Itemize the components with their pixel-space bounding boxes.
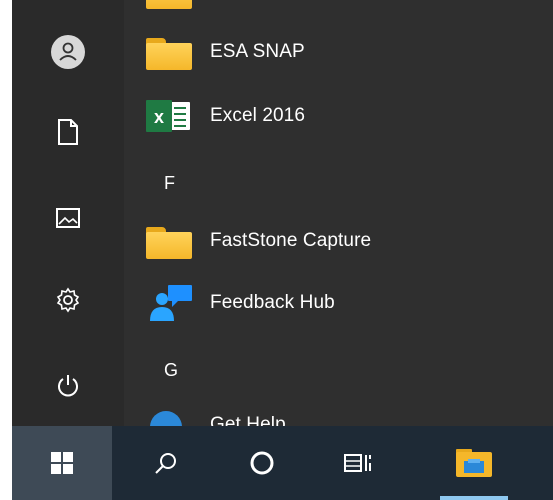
app-item-faststone-capture[interactable]: FastStone Capture	[144, 216, 553, 266]
app-item-excel-2016[interactable]: x Excel 2016	[144, 91, 553, 141]
start-menu-screenshot: ESA SNAP x Excel 2016 F FastStone Captur…	[12, 0, 553, 500]
start-button[interactable]	[12, 426, 112, 500]
app-item-get-help[interactable]: Get Help	[144, 400, 553, 426]
gear-icon	[56, 287, 80, 313]
folder-icon	[144, 32, 194, 72]
taskbar	[12, 426, 553, 500]
app-item-esa-snap[interactable]: ESA SNAP	[144, 27, 553, 77]
app-label: Feedback Hub	[210, 292, 335, 313]
search-icon	[155, 453, 176, 474]
cortana-icon	[250, 451, 274, 475]
excel-icon: x	[144, 96, 194, 136]
user-account-button[interactable]	[38, 30, 98, 74]
letter-header-g[interactable]: G	[164, 360, 178, 381]
cortana-button[interactable]	[220, 426, 304, 500]
task-view-button[interactable]	[316, 426, 400, 500]
app-label: FastStone Capture	[210, 230, 372, 251]
search-button[interactable]	[124, 426, 208, 500]
app-item-partial[interactable]	[144, 0, 553, 16]
get-help-icon	[144, 405, 194, 426]
app-label: Excel 2016	[210, 105, 306, 126]
pictures-icon	[56, 208, 80, 228]
app-label: ESA SNAP	[210, 41, 305, 62]
app-item-feedback-hub[interactable]: Feedback Hub	[144, 278, 553, 328]
svg-text:x: x	[154, 107, 164, 127]
document-icon	[58, 119, 78, 145]
power-button[interactable]	[38, 364, 98, 408]
folder-icon	[144, 221, 194, 261]
user-icon	[51, 35, 85, 69]
power-icon	[58, 375, 78, 397]
settings-button[interactable]	[38, 278, 98, 322]
app-label: Get Help	[210, 414, 286, 426]
feedback-hub-icon	[144, 283, 194, 323]
start-menu-rail	[12, 0, 124, 426]
documents-button[interactable]	[38, 110, 98, 154]
active-indicator	[440, 496, 508, 500]
app-list: ESA SNAP x Excel 2016 F FastStone Captur…	[124, 0, 553, 426]
file-explorer-button[interactable]	[426, 426, 522, 500]
file-explorer-icon	[456, 449, 492, 477]
windows-icon	[51, 452, 73, 474]
pictures-button[interactable]	[38, 196, 98, 240]
letter-header-f[interactable]: F	[164, 173, 175, 194]
task-view-icon	[344, 454, 371, 472]
folder-icon	[144, 0, 194, 11]
